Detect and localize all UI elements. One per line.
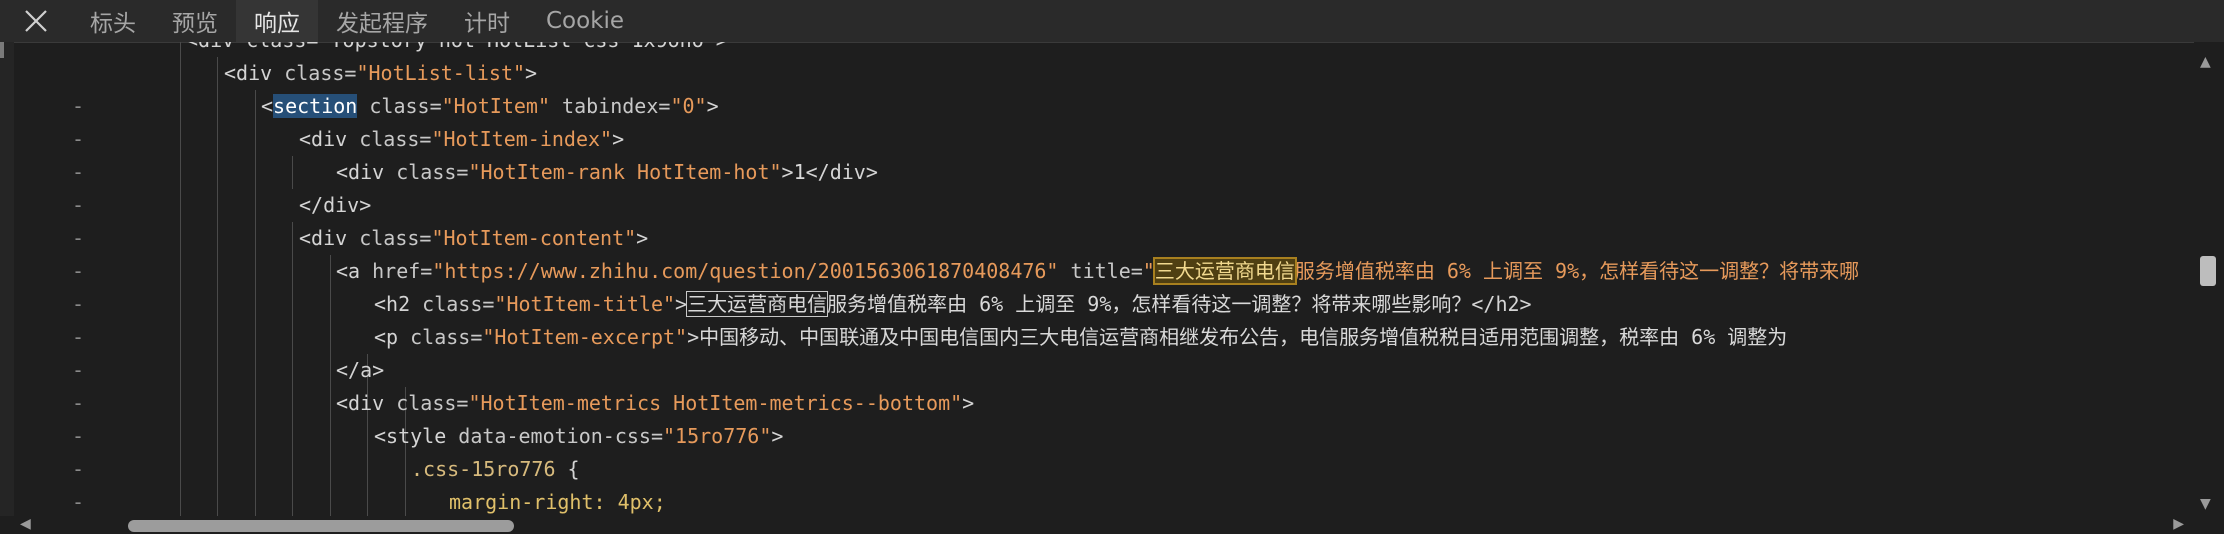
code-line: - .css-15ro776 { xyxy=(72,457,580,514)
left-edge-strip xyxy=(0,42,14,520)
scroll-up-icon[interactable]: ▲ xyxy=(2200,54,2211,70)
tab-preview[interactable]: 预览 xyxy=(154,0,236,42)
code-line: - <h2 class="HotItem-title">三大运营商电信服务增值税… xyxy=(72,291,1532,349)
tab-cookie[interactable]: Cookie xyxy=(528,0,642,42)
code-line: - <style data-emotion-css="15ro776"> xyxy=(72,424,784,481)
tab-response[interactable]: 响应 xyxy=(236,0,318,42)
code-line: - </a> xyxy=(72,358,385,415)
devtools-tabbar: 标头 预览 响应 发起程序 计时 Cookie xyxy=(0,0,2224,43)
code-line: - <div class="HotList-list"> xyxy=(72,61,538,118)
response-code-viewer[interactable]: <div class="Topstory-hot HotList css-1x9… xyxy=(14,42,2194,520)
code-line: - </div> xyxy=(72,193,372,250)
scroll-down-icon[interactable]: ▼ xyxy=(2200,496,2211,512)
code-line: - <p class="HotItem-excerpt">中国移动、中国联通及中… xyxy=(72,325,1788,382)
code-line: - <div class="HotItem-index"> xyxy=(72,127,625,184)
code-line: <div class="Topstory-hot HotList css-1x9… xyxy=(14,42,2194,57)
tab-initiator[interactable]: 发起程序 xyxy=(318,0,446,42)
code-line: - <div class="HotItem-content"> xyxy=(72,226,649,283)
search-match-box: 三大运营商电信 xyxy=(686,291,829,317)
code-line: - <div class="HotItem-rank HotItem-hot">… xyxy=(72,160,878,217)
code-line: - <a href="https://www.zhihu.com/questio… xyxy=(72,257,1860,316)
code-line: margin-right: 4px; xyxy=(449,490,666,514)
close-icon xyxy=(25,10,47,32)
selected-tag-name: section xyxy=(273,94,358,118)
close-button[interactable] xyxy=(0,0,72,42)
vertical-scrollbar[interactable]: ▲ ▼ xyxy=(2194,42,2224,520)
scroll-left-icon[interactable]: ◀ xyxy=(20,516,31,532)
code-line: - <section class="HotItem" tabindex="0"> xyxy=(72,94,719,151)
horizontal-scrollbar[interactable]: ◀ ▶ xyxy=(0,516,2224,534)
scroll-right-icon[interactable]: ▶ xyxy=(2173,516,2184,532)
vertical-scroll-thumb[interactable] xyxy=(2200,256,2216,286)
tab-timing[interactable]: 计时 xyxy=(446,0,528,42)
tab-headers[interactable]: 标头 xyxy=(72,0,154,42)
search-match-highlight: 三大运营商电信 xyxy=(1152,257,1297,285)
code-line: - <div class="HotItem-metrics HotItem-me… xyxy=(72,391,975,448)
horizontal-scroll-thumb[interactable] xyxy=(128,520,514,532)
